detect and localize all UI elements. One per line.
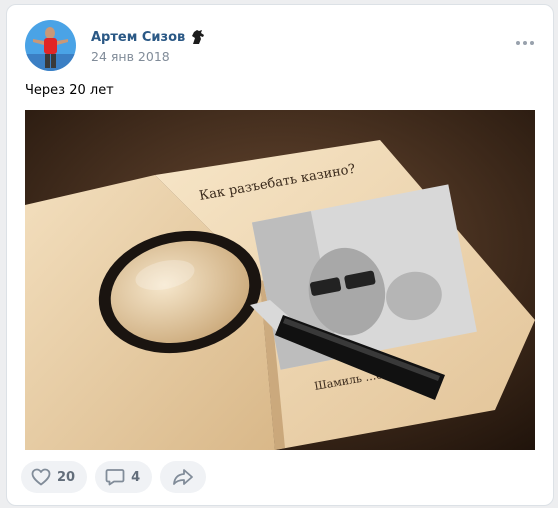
like-button[interactable]: 20	[21, 461, 88, 493]
author-name-label[interactable]: Артем Сизов	[91, 30, 185, 45]
post-text: Через 20 лет	[25, 83, 114, 98]
post-date[interactable]: 24 янв 2018	[91, 49, 170, 64]
share-arrow-icon	[172, 468, 194, 486]
heart-icon	[31, 468, 51, 486]
comment-button[interactable]: 4	[95, 461, 153, 493]
author-name[interactable]: Артем Сизов	[91, 29, 206, 45]
avatar[interactable]	[25, 20, 76, 71]
like-count: 20	[57, 469, 76, 485]
comment-count: 4	[131, 469, 141, 485]
share-button[interactable]	[160, 461, 207, 493]
comment-icon	[105, 468, 125, 486]
post-actions: 20 4	[21, 461, 207, 493]
horse-head-icon	[190, 29, 206, 45]
post-photo[interactable]: Как разъебать казино? Шамиль …енович	[25, 110, 535, 450]
more-dots-icon[interactable]	[515, 35, 535, 49]
post-card: Артем Сизов 24 янв 2018 Через 20 лет Как…	[6, 4, 554, 506]
